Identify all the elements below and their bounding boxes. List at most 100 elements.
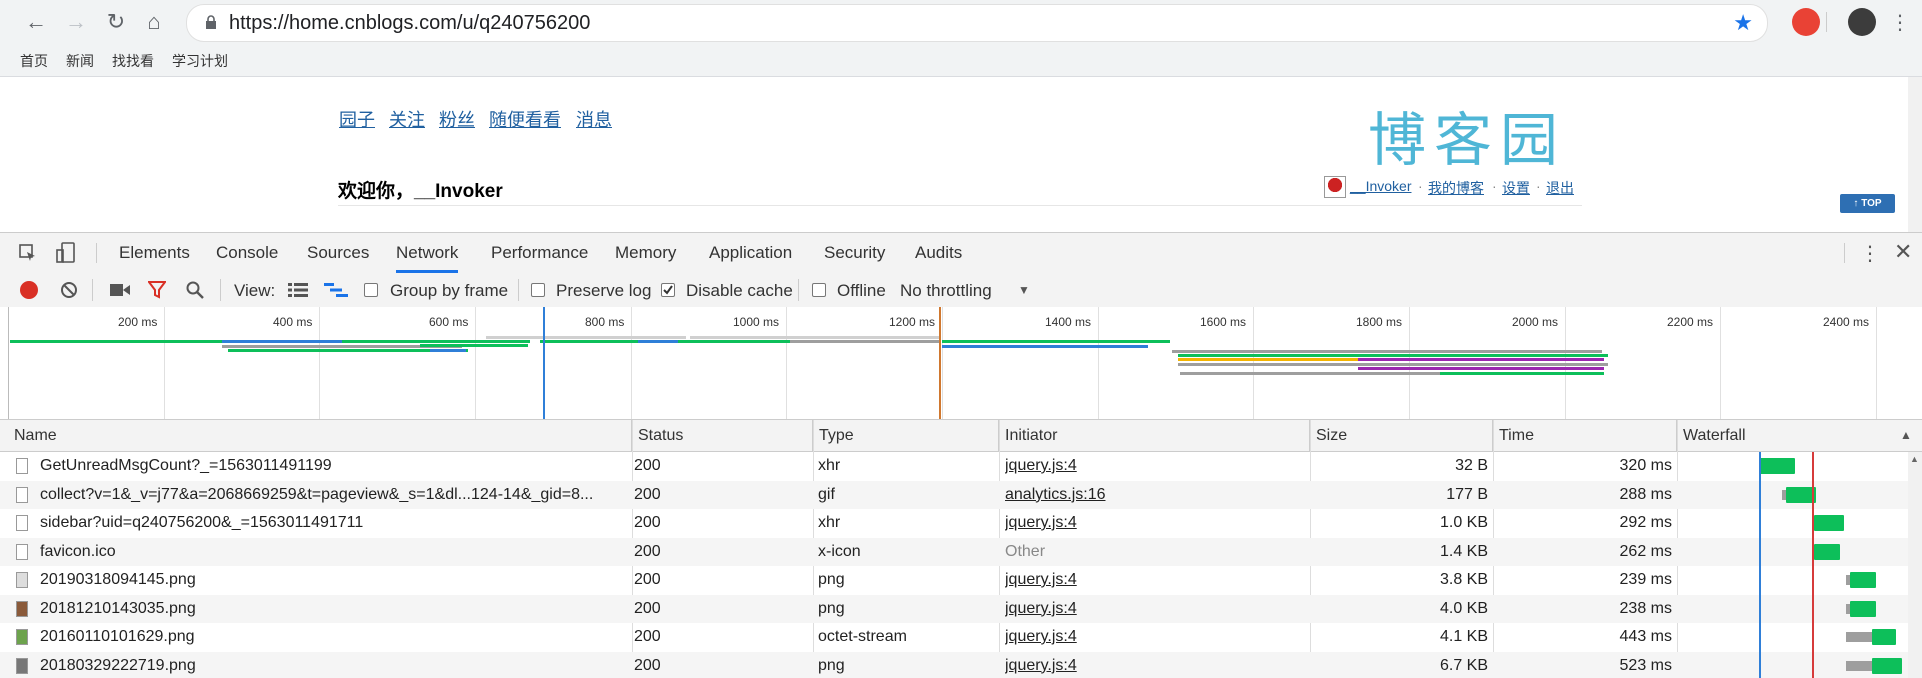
request-name[interactable]: sidebar?uid=q240756200&_=1563011491711	[40, 509, 628, 538]
request-initiator[interactable]: jquery.js:4	[1005, 452, 1305, 481]
request-name[interactable]: 20160110101629.png	[40, 623, 628, 652]
waterfall-view-icon[interactable]	[324, 282, 348, 298]
request-initiator[interactable]: jquery.js:4	[1005, 652, 1305, 678]
bookmark-star-icon[interactable]: ★	[1733, 10, 1753, 36]
tab-application[interactable]: Application	[709, 233, 792, 273]
reload-icon[interactable]: ↻	[102, 8, 130, 36]
site-logo[interactable]: 博客园	[1368, 93, 1566, 177]
large-rows-icon[interactable]	[288, 283, 308, 297]
bookmark-item[interactable]: 学习计划	[172, 51, 228, 71]
device-toolbar-icon[interactable]	[56, 242, 76, 264]
request-initiator[interactable]: jquery.js:4	[1005, 623, 1305, 652]
throttling-select[interactable]: No throttling	[900, 281, 992, 301]
filter-icon[interactable]	[148, 281, 166, 299]
tab-network[interactable]: Network	[396, 233, 459, 273]
forward-arrow-icon[interactable]: →	[62, 8, 90, 36]
clear-icon[interactable]	[60, 281, 78, 299]
tab-audits[interactable]: Audits	[915, 233, 962, 273]
table-row[interactable]: collect?v=1&_v=j77&a=2068669259&t=pagevi…	[0, 480, 1922, 510]
request-name[interactable]: GetUnreadMsgCount?_=1563011491199	[40, 452, 628, 481]
user-link-settings[interactable]: 设置	[1502, 178, 1530, 198]
column-header-name[interactable]: Name	[8, 420, 632, 451]
gridline	[319, 307, 320, 419]
search-icon[interactable]	[186, 281, 204, 299]
column-header-waterfall[interactable]: Waterfall	[1677, 420, 1922, 451]
user-link-blog[interactable]: 我的博客	[1428, 178, 1484, 198]
camera-icon[interactable]	[110, 283, 130, 297]
address-bar[interactable]: https://home.cnblogs.com/u/q240756200 ★	[186, 4, 1768, 42]
tab-security[interactable]: Security	[824, 233, 885, 273]
request-name[interactable]: collect?v=1&_v=j77&a=2068669259&t=pagevi…	[40, 481, 628, 510]
request-initiator[interactable]: jquery.js:4	[1005, 566, 1305, 595]
request-name[interactable]: 20180329222719.png	[40, 652, 628, 678]
offline-checkbox[interactable]	[812, 283, 826, 297]
browser-toolbar: ← → ↻ ⌂ https://home.cnblogs.com/u/q2407…	[0, 0, 1922, 45]
request-initiator[interactable]: jquery.js:4	[1005, 509, 1305, 538]
request-status: 200	[634, 599, 661, 617]
request-name[interactable]: 20181210143035.png	[40, 595, 628, 624]
disable-cache-checkbox[interactable]	[661, 283, 675, 297]
devtools-menu-icon[interactable]: ⋮	[1860, 241, 1880, 266]
extension-icon[interactable]	[1792, 8, 1820, 36]
table-row[interactable]: 20180329222719.png 200 png jquery.js:4 6…	[0, 651, 1922, 678]
table-scrollbar[interactable]: ▲	[1908, 452, 1922, 678]
nav-link-browse[interactable]: 随便看看	[489, 106, 561, 132]
column-header-time[interactable]: Time	[1493, 420, 1677, 451]
tab-performance[interactable]: Performance	[491, 233, 588, 273]
tab-console[interactable]: Console	[216, 233, 278, 273]
table-row[interactable]: sidebar?uid=q240756200&_=1563011491711 2…	[0, 509, 1922, 538]
request-status: 200	[634, 628, 661, 645]
tab-elements[interactable]: Elements	[119, 233, 190, 273]
scroll-up-icon[interactable]: ▲	[1910, 454, 1919, 464]
request-status: 200	[634, 656, 661, 674]
column-header-status[interactable]: Status	[632, 420, 813, 451]
nav-link-following[interactable]: 关注	[389, 106, 425, 132]
menu-kebab-icon[interactable]: ⋮	[1886, 8, 1914, 36]
user-avatar[interactable]	[1324, 176, 1346, 198]
request-size: 1.0 KB	[1439, 514, 1488, 531]
close-devtools-icon[interactable]: ✕	[1894, 239, 1912, 265]
request-size: 3.8 KB	[1439, 571, 1488, 588]
requests-table-header: Name Status Type Initiator Size Time Wat…	[0, 420, 1922, 452]
url-text[interactable]: https://home.cnblogs.com/u/q240756200	[229, 12, 590, 35]
tab-memory[interactable]: Memory	[615, 233, 676, 273]
gridline	[1876, 307, 1877, 419]
table-row[interactable]: GetUnreadMsgCount?_=1563011491199 200 xh…	[0, 452, 1922, 481]
preserve-log-checkbox[interactable]	[531, 283, 545, 297]
tab-sources[interactable]: Sources	[307, 233, 369, 273]
column-header-size[interactable]: Size	[1310, 420, 1493, 451]
table-row[interactable]: 20181210143035.png 200 png jquery.js:4 4…	[0, 594, 1922, 624]
home-icon[interactable]: ⌂	[140, 8, 168, 36]
bookmark-item[interactable]: 新闻	[66, 51, 94, 71]
record-icon[interactable]	[20, 281, 38, 299]
request-name[interactable]: 20190318094145.png	[40, 566, 628, 595]
request-initiator[interactable]: jquery.js:4	[1005, 595, 1305, 624]
table-row[interactable]: 20160110101629.png 200 octet-stream jque…	[0, 623, 1922, 652]
table-row[interactable]: 20190318094145.png 200 png jquery.js:4 3…	[0, 566, 1922, 595]
inspect-element-icon[interactable]	[18, 243, 38, 263]
request-size: 32 B	[1455, 457, 1488, 474]
request-type: xhr	[818, 514, 841, 531]
group-by-frame-checkbox[interactable]	[364, 283, 378, 297]
nav-link-messages[interactable]: 消息	[576, 106, 612, 132]
nav-link-garden[interactable]: 园子	[339, 106, 375, 132]
column-header-type[interactable]: Type	[813, 420, 999, 451]
page-content: 园子 关注 粉丝 随便看看 消息 欢迎你，__Invoker 博客园 __Inv…	[0, 77, 1908, 232]
bookmark-item[interactable]: 首页	[20, 51, 48, 71]
column-header-initiator[interactable]: Initiator	[999, 420, 1310, 451]
request-name[interactable]: favicon.ico	[40, 538, 628, 567]
chevron-down-icon[interactable]: ▼	[1018, 283, 1030, 297]
back-arrow-icon[interactable]: ←	[22, 8, 50, 36]
sort-ascending-icon[interactable]: ▲	[1900, 428, 1912, 442]
user-link-name[interactable]: __Invoker	[1350, 178, 1411, 194]
table-row[interactable]: favicon.ico 200 x-icon Other 1.4 KB 262 …	[0, 537, 1922, 567]
user-link-logout[interactable]: 退出	[1546, 178, 1574, 198]
overview-bar	[1172, 350, 1602, 353]
request-initiator[interactable]: analytics.js:16	[1005, 481, 1305, 510]
nav-link-followers[interactable]: 粉丝	[439, 106, 475, 132]
network-overview[interactable]: 200 ms 400 ms 600 ms 800 ms 1000 ms 1200…	[0, 307, 1922, 420]
bookmark-item[interactable]: 找找看	[112, 51, 154, 71]
back-to-top-button[interactable]: ↑ TOP	[1840, 194, 1895, 213]
profile-avatar[interactable]	[1848, 8, 1876, 36]
page-scrollbar[interactable]	[1908, 77, 1922, 232]
